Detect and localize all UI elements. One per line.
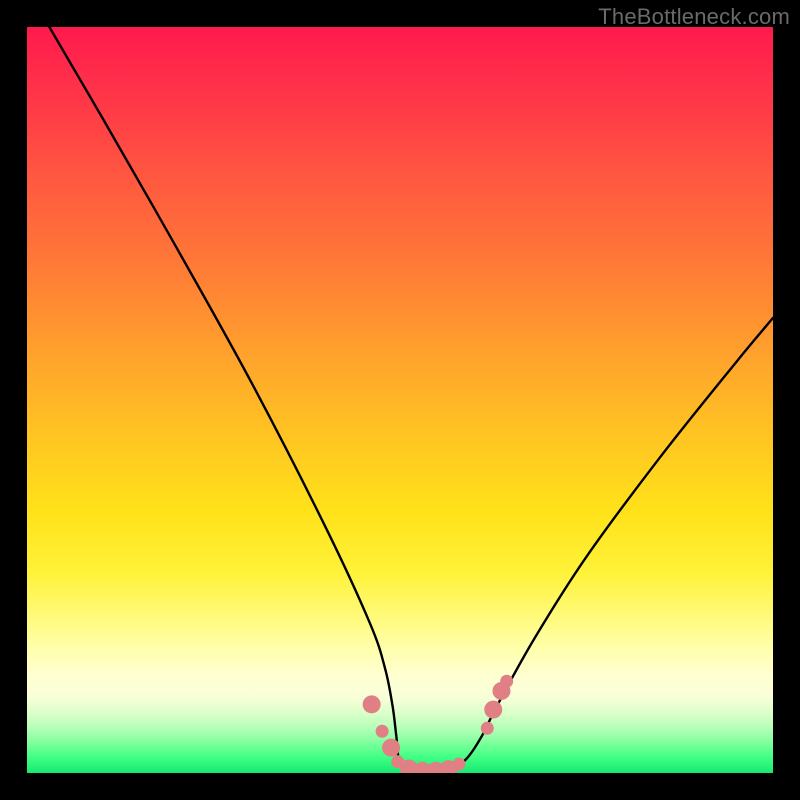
chart-svg [27,27,773,773]
data-marker [452,758,465,771]
data-marker [484,701,502,719]
data-marker [363,695,381,713]
data-marker [481,722,494,735]
watermark-text: TheBottleneck.com [598,4,790,30]
outer-frame: TheBottleneck.com [0,0,800,800]
data-marker [500,675,513,688]
data-marker [382,739,400,757]
data-marker [376,725,389,738]
marker-layer [363,675,514,773]
curve-layer [49,27,773,773]
plot-area [27,27,773,773]
bottleneck-curve [49,27,773,773]
